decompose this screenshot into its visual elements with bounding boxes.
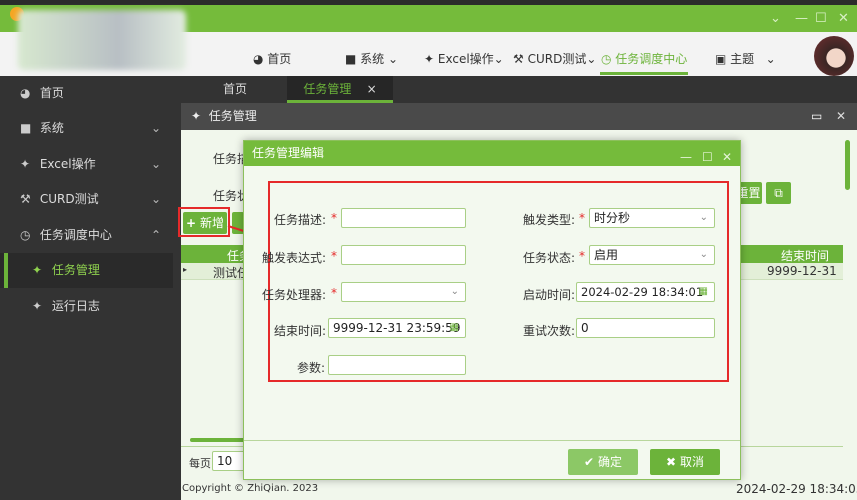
nav-task-center[interactable]: ◷ 任务调度中心	[601, 50, 687, 67]
required-mark: *	[331, 249, 337, 263]
page-size-label: 每页	[189, 457, 211, 470]
clock-icon: ◷	[601, 52, 616, 66]
sidebar-item-system[interactable]: ■ 系统 ⌄	[0, 111, 173, 146]
twitter-icon: ✦	[191, 109, 205, 123]
params-label: 参数:	[297, 361, 326, 375]
calendar-icon[interactable]: ▦	[450, 319, 459, 337]
minimize-icon[interactable]: —	[680, 145, 692, 170]
twitter-icon: ✦	[32, 263, 43, 277]
start-time-input[interactable]: 2024-02-29 18:34:01 ▦	[576, 282, 715, 302]
maximize-button[interactable]: ☐	[815, 11, 827, 26]
chevron-down-icon: ⌄	[150, 192, 161, 206]
dialog-footer-divider	[244, 440, 740, 441]
chevron-down-icon: ⌄	[586, 52, 597, 66]
sidebar-item-task-manage[interactable]: ✦ 任务管理	[0, 253, 173, 288]
chevron-down-icon: ⌄	[150, 121, 161, 135]
nav-curd[interactable]: ⚒ CURD测试⌄	[513, 50, 596, 67]
tab-bar	[173, 76, 857, 103]
end-time-label: 结束时间:	[274, 324, 327, 338]
chevron-down-icon: ⌄	[388, 52, 399, 66]
required-mark: *	[579, 211, 585, 225]
status-label: 任务状态:	[523, 251, 576, 265]
gavel-icon: ⚒	[20, 192, 31, 206]
status-time: 2024-02-29 18:34:05	[736, 482, 857, 496]
expand-icon[interactable]: ▸	[183, 265, 187, 274]
trigger-type-select[interactable]: 时分秒 ⌄	[589, 208, 715, 228]
vertical-scrollbar[interactable]	[845, 140, 850, 190]
required-mark: *	[331, 286, 337, 300]
minimize-button[interactable]: —	[795, 11, 808, 26]
confirm-button[interactable]: ✔ 确定	[568, 449, 638, 475]
handler-select[interactable]: ⌄	[341, 282, 466, 302]
cancel-button[interactable]: ✖ 取消	[650, 449, 720, 475]
highlight-box	[178, 207, 230, 237]
nav-active-indicator	[600, 72, 688, 75]
chevron-down-icon: ⌄	[150, 157, 161, 171]
maximize-icon[interactable]: ▭	[811, 103, 822, 130]
sidebar-item-home[interactable]: ◕ 首页	[0, 76, 173, 111]
nav-excel[interactable]: ✦ Excel操作⌄	[424, 50, 504, 67]
close-icon[interactable]: ✕	[836, 103, 846, 130]
dashboard-icon: ◕	[253, 52, 268, 66]
retry-label: 重试次数:	[523, 324, 576, 338]
cron-label: 触发表达式:	[262, 251, 327, 265]
edit-dialog: 任务管理编辑 — ☐ ✕ 任务描述: * 触发表达式: * 任务处理器: * ⌄…	[243, 140, 741, 480]
avatar[interactable]	[814, 36, 854, 76]
trigger-type-label: 触发类型:	[523, 213, 576, 227]
nav-system[interactable]: ■ 系统 ⌄	[345, 50, 398, 67]
twitter-icon: ✦	[424, 52, 438, 66]
dialog-header: 任务管理编辑 — ☐ ✕	[244, 141, 740, 166]
windows-icon: ■	[345, 52, 361, 66]
close-icon[interactable]: ×	[367, 82, 377, 96]
horizontal-scrollbar[interactable]	[190, 438, 250, 442]
dashboard-icon: ◕	[20, 86, 31, 100]
twitter-icon: ✦	[32, 299, 43, 313]
status-select[interactable]: 启用 ⌄	[589, 245, 715, 265]
handler-label: 任务处理器:	[262, 288, 327, 302]
desc-input[interactable]	[341, 208, 466, 228]
cell-end-time: 9999-12-31	[767, 264, 837, 278]
gavel-icon: ⚒	[513, 52, 528, 66]
chevron-down-icon: ⌄	[699, 249, 708, 260]
sidebar-item-curd[interactable]: ⚒ CURD测试 ⌄	[0, 182, 173, 217]
chevron-down-icon: ⌄	[493, 52, 504, 66]
required-mark: *	[579, 249, 585, 263]
windows-icon: ■	[20, 121, 32, 135]
chevron-down-icon: ⌄	[699, 212, 708, 223]
calendar-icon[interactable]: ▦	[699, 283, 708, 301]
chevron-down-icon: ⌄	[765, 52, 776, 66]
cron-input[interactable]	[341, 245, 466, 265]
nav-home[interactable]: ◕ 首页	[253, 50, 291, 67]
tab-home[interactable]: 首页	[205, 76, 265, 103]
collapse-button[interactable]: ⌄	[770, 11, 781, 26]
copyright: Copyright © ZhiQian. 2023	[182, 483, 319, 494]
retry-input[interactable]: 0	[576, 318, 715, 338]
sidebar-item-task-center[interactable]: ◷ 任务调度中心 ⌃	[0, 218, 173, 253]
end-time-input[interactable]: 9999-12-31 23:59:59 ▦	[328, 318, 466, 338]
desc-label: 任务描述:	[274, 213, 327, 227]
close-icon[interactable]: ✕	[722, 145, 732, 170]
copy-icon[interactable]: ⧉	[766, 182, 791, 204]
clock-icon: ◷	[20, 228, 31, 242]
blurred-logo	[18, 10, 186, 70]
column-header-end-time[interactable]: 结束时间	[781, 247, 829, 264]
chevron-down-icon: ⌄	[450, 286, 459, 297]
image-icon: ▣	[715, 52, 731, 66]
chevron-up-icon: ⌃	[150, 228, 161, 242]
required-mark: *	[331, 211, 337, 225]
start-time-label: 启动时间:	[523, 288, 576, 302]
tab-task-manage[interactable]: 任务管理 ×	[287, 76, 393, 103]
nav-theme[interactable]: ▣ 主题 ⌄	[715, 50, 776, 67]
twitter-icon: ✦	[20, 157, 31, 171]
panel-header: ✦ 任务管理 ▭ ✕	[181, 103, 857, 130]
sidebar-item-run-log[interactable]: ✦ 运行日志	[0, 289, 173, 324]
check-icon: ✔	[584, 455, 595, 469]
sidebar-item-excel[interactable]: ✦ Excel操作 ⌄	[0, 147, 173, 182]
close-button[interactable]: ✕	[838, 11, 849, 26]
params-input[interactable]	[328, 355, 466, 375]
maximize-icon[interactable]: ☐	[702, 145, 713, 170]
sidebar: ◕ 首页 ■ 系统 ⌄ ✦ Excel操作 ⌄ ⚒ CURD测试 ⌄ ◷ 任务调度中心…	[0, 76, 173, 500]
x-icon: ✖	[666, 455, 677, 469]
